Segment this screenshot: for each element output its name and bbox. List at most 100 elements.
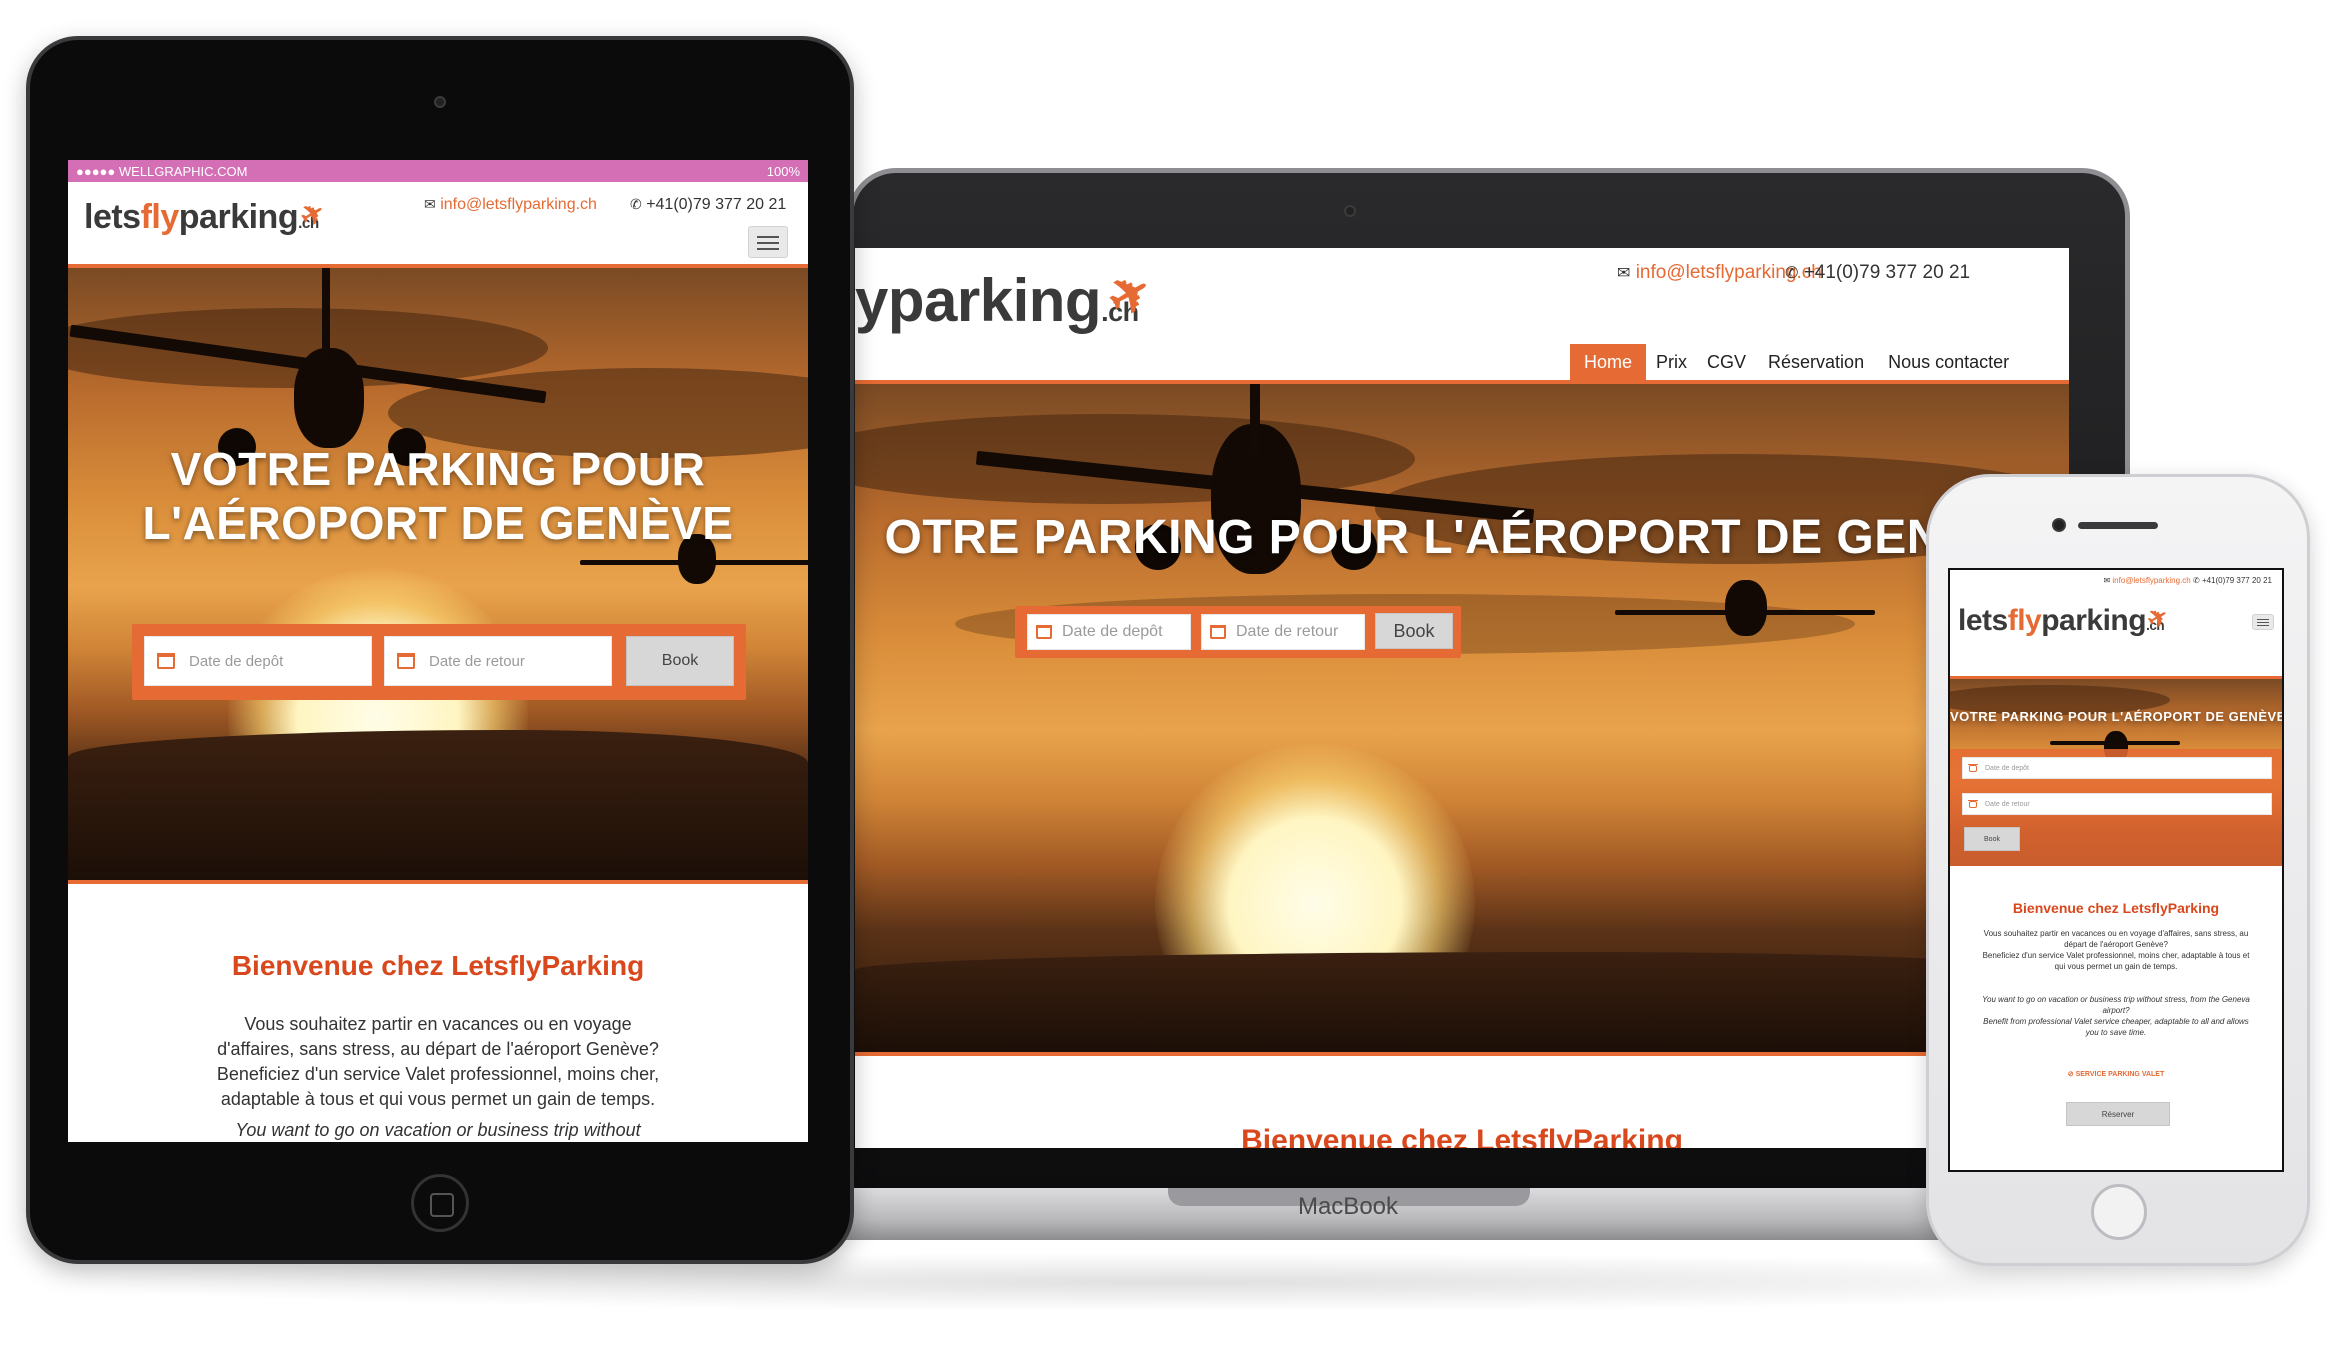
intro-line: adaptable à tous et qui vous permet un g… bbox=[220, 1089, 656, 1109]
intro-line: d'affaires, sans stress, au départ de l'… bbox=[217, 1039, 659, 1059]
email-text: info@letsflyparking.ch bbox=[440, 196, 597, 213]
mail-icon: ✉ bbox=[424, 196, 436, 212]
laptop-phone[interactable]: ✆ +41(0)79 377 20 21 bbox=[1785, 262, 1970, 284]
phone-hero: VOTRE PARKING POUR L'AÉROPORT DE GENÈVE … bbox=[1950, 676, 2282, 866]
status-battery: 100% bbox=[766, 163, 800, 179]
intro-line: qui vous permet un gain de temps. bbox=[2054, 962, 2178, 971]
nav-reservation[interactable]: Réservation bbox=[1756, 344, 1876, 381]
phone-text: +41(0)79 377 20 21 bbox=[1803, 262, 1971, 283]
tablet-intro-fr: Vous souhaitez partir en vacances ou en … bbox=[148, 1012, 728, 1112]
intro-line: Beneficiez d'un service Valet profession… bbox=[1982, 951, 2250, 960]
calendar-icon bbox=[1210, 625, 1226, 639]
phone-welcome-title: Bienvenue chez LetsflyParking bbox=[2012, 900, 2220, 916]
intro-line: airport? bbox=[2102, 1006, 2130, 1015]
phone-home-button bbox=[2091, 1184, 2147, 1240]
logo-partial-text: yparking bbox=[855, 267, 1102, 334]
intro-line: départ de l'aéroport Genève? bbox=[2064, 940, 2168, 949]
calendar-icon bbox=[1036, 625, 1052, 639]
tablet-book-button[interactable]: Book bbox=[626, 636, 734, 686]
tablet-email-link[interactable]: ✉ info@letsflyparking.ch bbox=[424, 196, 597, 214]
logo-prefix: lets bbox=[1958, 604, 2008, 637]
nav-home[interactable]: Home bbox=[1570, 344, 1647, 381]
phone-depot-input[interactable]: Date de depôt bbox=[1962, 757, 2272, 779]
depot-placeholder: Date de depôt bbox=[1985, 764, 2029, 772]
tablet-hero: VOTRE PARKING POUR L'AÉROPORT DE GENÈVE … bbox=[68, 264, 808, 884]
phone-contact-line: ✉ info@letsflyparking.ch ✆ +41(0)79 377 … bbox=[2103, 576, 2272, 585]
laptop-screen: yparking.ch✈ ✉ info@letsflyparking.ch ✆ … bbox=[855, 248, 2069, 1148]
tablet-logo[interactable]: letsflyparking.ch✈ bbox=[84, 195, 330, 237]
phone-text: +41(0)79 377 20 21 bbox=[646, 196, 787, 213]
laptop-book-button[interactable]: Book bbox=[1375, 613, 1453, 649]
tablet-hero-title: VOTRE PARKING POUR L'AÉROPORT DE GENÈVE bbox=[68, 442, 808, 550]
phone-booking-bar: Date de depôt Date de retour Book bbox=[1950, 749, 2282, 866]
nav-contact[interactable]: Nous contacter bbox=[1876, 344, 2021, 381]
phone-text[interactable]: +41(0)79 377 20 21 bbox=[2202, 576, 2272, 585]
phone-icon: ✆ bbox=[630, 196, 642, 212]
tablet-home-button bbox=[411, 1174, 469, 1232]
mail-icon: ✉ bbox=[2103, 576, 2111, 585]
phone-intro-en: You want to go on vacation or business t… bbox=[1958, 994, 2274, 1038]
retour-placeholder: Date de retour bbox=[1985, 800, 2030, 808]
device-mockup-scene: MacBook yparking.ch✈ ✉ info@letsflyparki… bbox=[0, 0, 2352, 1348]
laptop-booking-bar: Date de depôt Date de retour Book bbox=[1015, 606, 1461, 658]
phone-icon: ✆ bbox=[2193, 576, 2200, 585]
mail-icon: ✉ bbox=[1617, 265, 1631, 282]
laptop-retour-input[interactable]: Date de retour bbox=[1201, 614, 1365, 650]
intro-line: Beneficiez d'un service Valet profession… bbox=[216, 1064, 660, 1084]
tablet-screen: ●●●●● WELLGRAPHIC.COM 100% letsflyparkin… bbox=[68, 160, 808, 1142]
hero-title-line2: L'AÉROPORT DE GENÈVE bbox=[142, 497, 734, 549]
laptop-camera bbox=[1344, 205, 1356, 217]
phone-retour-input[interactable]: Date de retour bbox=[1962, 793, 2272, 815]
calendar-icon bbox=[1968, 799, 1978, 808]
email-text[interactable]: info@letsflyparking.ch bbox=[2112, 576, 2190, 585]
tablet-depot-input[interactable]: Date de depôt bbox=[144, 636, 372, 686]
phone-service-link[interactable]: ⊘ SERVICE PARKING VALET bbox=[1950, 1070, 2282, 1078]
depot-placeholder: Date de depôt bbox=[189, 652, 284, 670]
depot-placeholder: Date de depôt bbox=[1062, 623, 1163, 640]
laptop-nav: Home Prix CGV Réservation Nous contacter bbox=[1570, 344, 2021, 381]
phone-book-button[interactable]: Book bbox=[1964, 827, 2020, 851]
plane-silhouette bbox=[68, 268, 548, 468]
phone-intro-fr: Vous souhaitez partir en vacances ou en … bbox=[1958, 928, 2274, 972]
tablet-retour-input[interactable]: Date de retour bbox=[384, 636, 612, 686]
calendar-icon bbox=[1968, 763, 1978, 772]
hamburger-menu-icon[interactable] bbox=[748, 226, 788, 258]
plane-silhouette-small bbox=[1615, 572, 1875, 652]
nav-prix[interactable]: Prix bbox=[1646, 344, 1697, 381]
laptop-depot-input[interactable]: Date de depôt bbox=[1027, 614, 1191, 650]
horizon bbox=[855, 952, 2069, 1052]
logo-fly: fly bbox=[2007, 604, 2042, 637]
laptop-welcome-title: Bienvenue chez LetsflyParking bbox=[1241, 1124, 1683, 1148]
phone-speaker bbox=[2078, 522, 2158, 529]
tablet-phone[interactable]: ✆ +41(0)79 377 20 21 bbox=[630, 196, 786, 214]
intro-line: You want to go on vacation or business t… bbox=[1982, 995, 2250, 1004]
intro-line: Vous souhaitez partir en vacances ou en … bbox=[1983, 929, 2249, 938]
calendar-icon bbox=[157, 653, 175, 669]
nav-cgv[interactable]: CGV bbox=[1697, 344, 1756, 381]
laptop-header: yparking.ch✈ ✉ info@letsflyparking.ch ✆ … bbox=[855, 248, 2069, 382]
hero-title-line1: VOTRE PARKING POUR bbox=[170, 443, 706, 495]
check-circle-icon: ⊘ bbox=[2067, 1071, 2074, 1078]
intro-line: Benefit from professional Valet service … bbox=[1983, 1017, 2249, 1026]
logo-parking: parking bbox=[2041, 604, 2147, 637]
intro-line: Vous souhaitez partir en vacances ou en … bbox=[244, 1014, 632, 1034]
phone-screen: ✉ info@letsflyparking.ch ✆ +41(0)79 377 … bbox=[1948, 568, 2284, 1172]
plane-silhouette bbox=[975, 384, 1535, 624]
phone-hero-title: VOTRE PARKING POUR L'AÉROPORT DE GENÈVE bbox=[1950, 709, 2282, 724]
tablet-header: letsflyparking.ch✈ ✉ info@letsflyparking… bbox=[68, 182, 808, 264]
laptop-brand-label: MacBook bbox=[1297, 1193, 1399, 1220]
phone-logo[interactable]: letsflyparking.ch✈ bbox=[1958, 602, 2173, 638]
laptop-hero-title: OTRE PARKING POUR L'AÉROPORT DE GENÈVE bbox=[884, 511, 2040, 564]
intro-line: you to save time. bbox=[2085, 1028, 2147, 1037]
tablet-camera bbox=[434, 96, 446, 108]
logo-prefix: lets bbox=[84, 198, 141, 236]
tablet-intro-en: You want to go on vacation or business t… bbox=[235, 1120, 641, 1140]
laptop-logo[interactable]: yparking.ch✈ bbox=[855, 260, 1161, 335]
logo-fly: fly bbox=[140, 198, 180, 236]
horizon bbox=[68, 730, 808, 880]
phone-reserve-button[interactable]: Réserver bbox=[2066, 1102, 2170, 1126]
hamburger-menu-icon[interactable] bbox=[2252, 614, 2274, 630]
retour-placeholder: Date de retour bbox=[1236, 623, 1339, 640]
logo-parking: parking bbox=[178, 198, 299, 236]
phone-header: ✉ info@letsflyparking.ch ✆ +41(0)79 377 … bbox=[1950, 570, 2282, 676]
